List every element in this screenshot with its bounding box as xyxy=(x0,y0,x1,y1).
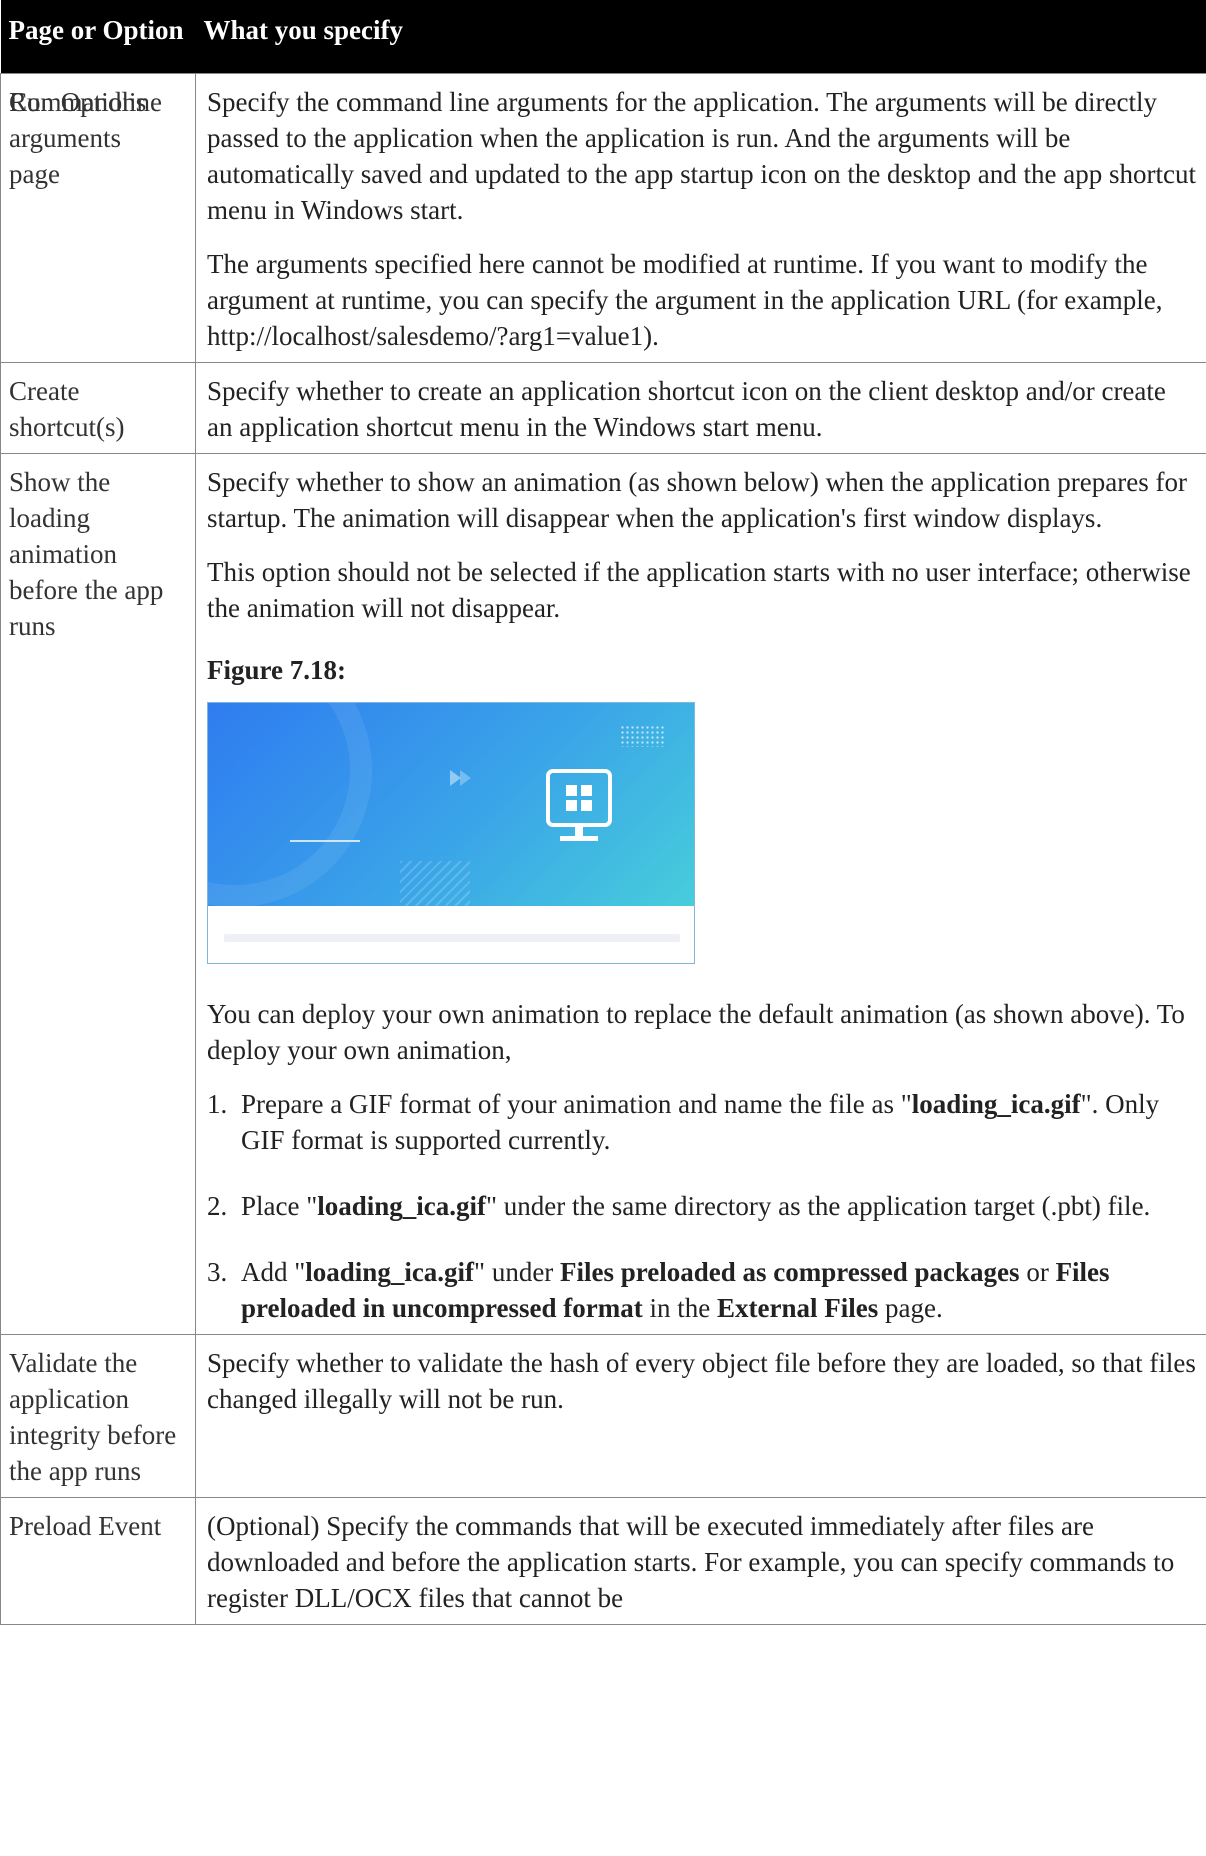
options-table: Page or Option What you specify Run Opti… xyxy=(0,0,1206,1625)
step-text-part: Prepare a GIF format of your animation a… xyxy=(241,1089,912,1119)
option-cell: Validate the application integrity befor… xyxy=(0,1334,196,1498)
table-header-row: Page or Option What you specify xyxy=(0,0,1206,74)
figure-progress-area xyxy=(208,906,694,963)
step-text: Prepare a GIF format of your animation a… xyxy=(241,1086,1196,1158)
description-cell: Specify whether to show an animation (as… xyxy=(195,453,1206,1335)
option-label-overlap: Run Options Commandline arguments page xyxy=(9,84,189,192)
list-item: 2. Place "loading_ica.gif" under the sam… xyxy=(207,1188,1196,1224)
header-what-you-specify: What you specify xyxy=(195,0,1206,74)
description-paragraph: Specify whether to validate the hash of … xyxy=(207,1348,1196,1414)
table-row: Run Options Commandline arguments page S… xyxy=(0,73,1206,363)
step-text-part: in the xyxy=(642,1293,718,1323)
option-cell: Preload Event xyxy=(0,1497,196,1625)
play-arrows-icon xyxy=(450,761,476,797)
list-item: 3. Add "loading_ica.gif" under Files pre… xyxy=(207,1254,1196,1326)
option-label: Commandline arguments xyxy=(9,87,162,153)
file-name: loading_ica.gif xyxy=(317,1191,487,1221)
step-text: Add "loading_ica.gif" under Files preloa… xyxy=(241,1254,1196,1326)
description-paragraph: Specify the command line arguments for t… xyxy=(207,87,1196,225)
description-cell: (Optional) Specify the commands that wil… xyxy=(195,1497,1206,1625)
figure-caption: Figure 7.18: xyxy=(207,655,346,685)
figure-banner xyxy=(208,703,694,906)
table-row: Show the loading animation before the ap… xyxy=(0,453,1206,1335)
description-paragraph: Specify whether to create an application… xyxy=(207,376,1166,442)
step-text-part: " under xyxy=(474,1257,561,1287)
description-paragraph: You can deploy your own animation to rep… xyxy=(207,999,1185,1065)
steps-list: 1. Prepare a GIF format of your animatio… xyxy=(207,1086,1196,1326)
description-paragraph: (Optional) Specify the commands that wil… xyxy=(207,1511,1175,1613)
loading-animation-figure xyxy=(207,702,695,964)
step-number: 3. xyxy=(207,1257,228,1287)
step-text-part: page. xyxy=(878,1293,943,1323)
step-number: 1. xyxy=(207,1089,228,1119)
option-cell: Run Options Commandline arguments page xyxy=(0,73,196,363)
decorative-line xyxy=(290,840,360,842)
header-page-or-option: Page or Option xyxy=(0,0,196,74)
option-name: Files preloaded as compressed packages xyxy=(560,1257,1020,1287)
table-row: Preload Event (Optional) Specify the com… xyxy=(0,1497,1206,1625)
step-text-part: Place " xyxy=(241,1191,318,1221)
file-name: loading_ica.gif xyxy=(305,1257,475,1287)
option-cell: Show the loading animation before the ap… xyxy=(0,453,196,1335)
description-paragraph: Specify whether to show an animation (as… xyxy=(207,467,1187,533)
step-number: 2. xyxy=(207,1191,228,1221)
list-item: 1. Prepare a GIF format of your animatio… xyxy=(207,1086,1196,1158)
description-cell: Specify whether to validate the hash of … xyxy=(195,1334,1206,1498)
table-row: Validate the application integrity befor… xyxy=(0,1334,1206,1498)
file-name: loading_ica.gif xyxy=(911,1089,1081,1119)
step-text: Place "loading_ica.gif" under the same d… xyxy=(241,1188,1196,1224)
decorative-hatch xyxy=(400,861,470,906)
description-cell: Specify the command line arguments for t… xyxy=(195,73,1206,363)
description-paragraph: This option should not be selected if th… xyxy=(207,557,1191,623)
monitor-grid-icon xyxy=(546,769,618,868)
step-text-part: " under the same directory as the applic… xyxy=(486,1191,1151,1221)
step-text-part: or xyxy=(1019,1257,1056,1287)
description-cell: Specify whether to create an application… xyxy=(195,362,1206,454)
table-row: Create shortcut(s) Specify whether to cr… xyxy=(0,362,1206,454)
decorative-dots xyxy=(620,725,666,747)
option-label: page xyxy=(9,159,60,189)
description-paragraph: The arguments specified here cannot be m… xyxy=(207,249,1163,351)
decorative-arc xyxy=(208,703,372,906)
step-text-part: Add " xyxy=(241,1257,306,1287)
page-name: External Files xyxy=(717,1293,879,1323)
option-cell: Create shortcut(s) xyxy=(0,362,196,454)
progress-bar xyxy=(224,934,680,942)
